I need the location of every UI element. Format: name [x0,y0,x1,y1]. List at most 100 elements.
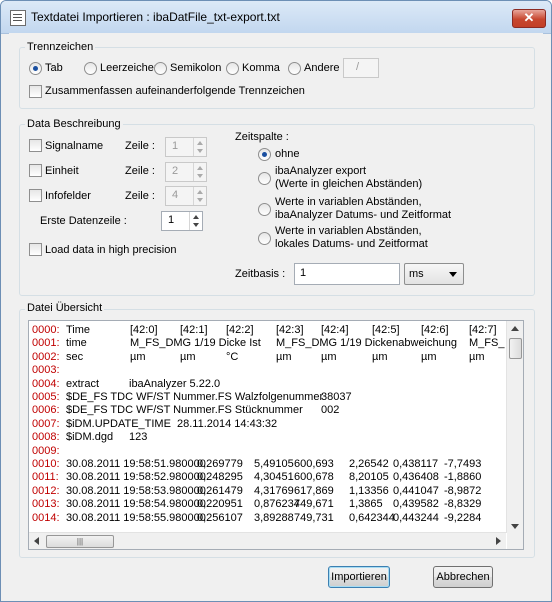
load-precision-label[interactable]: Load data in high precision [45,244,176,256]
up-arrow-icon[interactable] [197,166,203,170]
import-button[interactable]: Importieren [328,566,390,588]
radio-tab-label[interactable]: Tab [45,62,63,74]
radio-zeit-variabel-iba-line1[interactable]: Werte in variablen Abständen, [275,196,422,208]
load-precision-checkbox[interactable] [29,243,42,256]
signalname-checkbox[interactable] [29,139,42,152]
infofelder-label[interactable]: Infofelder [45,190,91,202]
down-arrow-icon[interactable] [193,223,199,227]
radio-semikolon[interactable] [154,62,167,75]
line-number: 0004: [32,377,60,390]
preview-cell: 600,693 [294,458,334,470]
einheit-checkbox[interactable] [29,164,42,177]
zeitbasis-unit-select[interactable]: ms [404,263,464,285]
preview-cell: -8,9872 [444,484,482,497]
radio-zeit-variabel-iba[interactable] [258,203,271,216]
radio-zeit-ohne[interactable] [258,148,271,161]
preview-cell: [42:4] [321,324,349,336]
radio-zeit-variabel-lokal-line2[interactable]: lokales Datums- und Zeitformat [275,238,428,250]
data-beschreibung-legend: Data Beschreibung [25,118,123,130]
down-arrow-icon[interactable] [197,149,203,153]
line-number: 0005: [32,391,60,403]
preview-cell: [42:3] [276,324,304,336]
close-button[interactable]: ✕ [512,9,546,28]
preview-cell: 2,26542 [349,458,389,470]
vertical-scroll-thumb[interactable] [509,338,522,359]
vertical-scrollbar[interactable] [506,321,523,533]
preview-cell: 4,31769 [254,484,294,497]
infofelder-zeile-spinner[interactable]: 4 [165,186,207,206]
radio-andere[interactable] [288,62,301,75]
preview-cell: µm [180,350,196,363]
preview-cell: [42:2] [226,324,254,336]
radio-tab[interactable] [29,62,42,75]
radio-zeit-variabel-lokal[interactable] [258,232,271,245]
title-bar[interactable]: Textdatei Importieren : ibaDatFile_txt-e… [1,1,551,34]
horizontal-scrollbar[interactable]: ||| [29,532,506,549]
up-arrow-icon[interactable] [193,215,199,219]
document-icon [10,10,26,26]
einheit-zeile-label: Zeile : [125,165,155,177]
scroll-down-icon[interactable] [511,524,519,529]
preview-cell: 8,20105 [349,471,389,484]
scroll-right-icon[interactable] [496,537,501,545]
datei-uebersicht-legend: Datei Übersicht [25,302,105,314]
preview-cell: 1,3865 [349,498,383,511]
radio-andere-label[interactable]: Andere [304,62,339,74]
preview-cell: 123 [129,431,148,444]
preview-cell: 0,642344 [349,511,395,524]
signalname-label[interactable]: Signalname [45,140,103,152]
zusammenfassen-checkbox[interactable] [29,85,42,98]
scroll-up-icon[interactable] [511,326,519,331]
cancel-button[interactable]: Abbrechen [433,566,493,588]
zeitbasis-input[interactable]: 1 [294,263,400,285]
radio-leerzeichen[interactable] [84,62,97,75]
radio-zeit-ibaanalyzer-line2[interactable]: (Werte in gleichen Abständen) [275,178,422,190]
file-preview[interactable]: 0000: Time [42:0] [42:1] [42:2] [42:3] [42:4] [… [28,320,524,550]
preview-cell: µm [372,350,388,363]
radio-zeit-variabel-lokal-line1[interactable]: Werte in variablen Abständen, [275,225,422,237]
thumb-grip: ||| [76,537,84,546]
preview-cell: 0,443244 [393,511,439,524]
radio-zeit-ibaanalyzer-line1[interactable]: ibaAnalyzer export [275,165,366,177]
radio-komma-label[interactable]: Komma [242,62,280,74]
preview-cell: $DE_FS TDC WF/ST Nummer.FS Stücknummer [66,404,303,417]
trennzeichen-legend: Trennzeichen [25,41,96,53]
radio-leerzeichen-label[interactable]: Leerzeichen [100,62,160,74]
horizontal-scroll-thumb[interactable]: ||| [46,535,114,548]
line-number: 0011: [32,471,59,484]
signalname-zeile-spinner[interactable]: 1 [165,137,207,157]
radio-komma[interactable] [226,62,239,75]
radio-zeit-ibaanalyzer[interactable] [258,172,271,185]
up-arrow-icon[interactable] [197,190,203,194]
radio-zeit-ohne-label[interactable]: ohne [275,148,299,160]
radio-semikolon-label[interactable]: Semikolon [170,62,221,74]
preview-row: 0002: sec µm µm °C µm µm µm µm µm [29,351,506,364]
preview-cell: M_FS_ [469,337,505,350]
line-number: 0000: [32,324,60,336]
spinner-arrows[interactable] [193,187,206,205]
preview-row: 0013: 30.08.2011 19:58:54.980000 0,220951 0… [29,498,506,511]
erste-datenzeile-spinner[interactable]: 1 [161,211,203,231]
einheit-zeile-spinner[interactable]: 2 [165,162,207,182]
radio-zeit-variabel-iba-line2[interactable]: ibaAnalyzer Datums- und Zeitformat [275,209,451,221]
spinner-arrows[interactable] [193,138,206,156]
preview-cell: µm [130,350,146,363]
preview-cell: 0,438117 [393,458,439,470]
down-arrow-icon[interactable] [197,198,203,202]
spinner-arrows[interactable] [189,212,202,230]
spinner-arrows[interactable] [193,163,206,181]
down-arrow-icon[interactable] [197,174,203,178]
preview-row: 0004: extract ibaAnalyzer 5.22.0 [29,378,506,391]
line-number: 0014: [32,511,60,524]
preview-cell: 4,30451 [254,471,294,484]
scroll-left-icon[interactable] [34,537,39,545]
up-arrow-icon[interactable] [197,141,203,145]
infofelder-checkbox[interactable] [29,189,42,202]
einheit-label[interactable]: Einheit [45,165,79,177]
preview-row: 0005: $DE_FS TDC WF/ST Nummer.FS Walzfolg… [29,391,506,404]
preview-row: 0001: time M_FS_DMG 1/19 Dicke Ist M_FS_DMG… [29,337,506,350]
preview-row: 0003: [29,364,506,377]
andere-input[interactable]: / [343,58,379,78]
zusammenfassen-label[interactable]: Zusammenfassen aufeinanderfolgende Trenn… [45,85,305,97]
einheit-zeile-value: 2 [172,165,179,177]
